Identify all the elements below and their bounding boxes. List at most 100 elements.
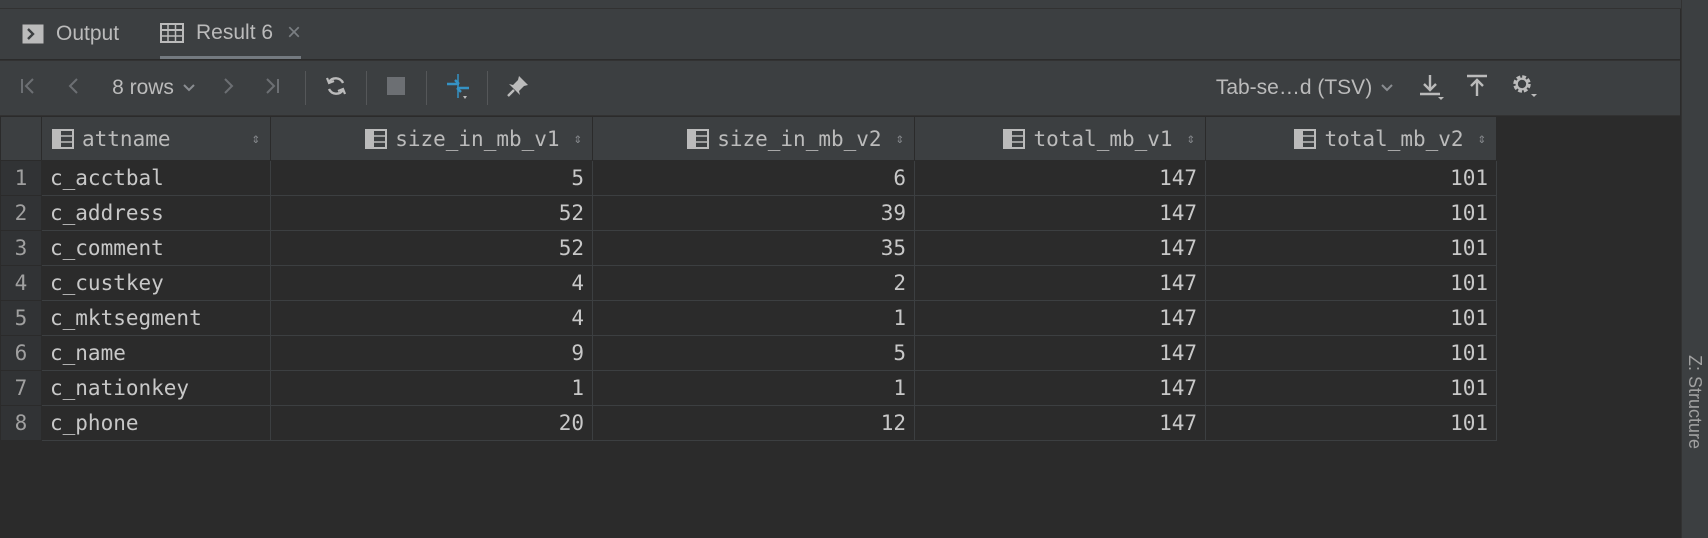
results-grid: attname ⇕ size_in_mb_v1 ⇕ size_in_mb_v2 … [0,116,1680,538]
next-page-button[interactable] [214,61,242,115]
cell-attname[interactable]: c_phone [41,405,271,441]
structure-tool-window-button[interactable]: Z: Structure [1684,355,1705,449]
cell-size-in-mb-v2[interactable]: 39 [592,195,915,231]
cell-size-in-mb-v2[interactable]: 1 [592,300,915,336]
column-icon [1294,128,1317,149]
cell-total-mb-v2[interactable]: 101 [1205,195,1497,231]
toolbar-separator [305,71,306,105]
cell-size-in-mb-v1[interactable]: 1 [270,370,593,406]
column-header-total-mb-v1[interactable]: total_mb_v1 ⇕ [914,116,1206,161]
cell-total-mb-v1[interactable]: 147 [914,370,1206,406]
table-row[interactable]: 8 c_phone 20 12 147 101 [0,405,1497,441]
upload-button[interactable] [1460,61,1494,115]
tab-result-label: Result 6 [196,20,274,44]
column-header-attname[interactable]: attname ⇕ [41,116,271,161]
cell-total-mb-v1[interactable]: 147 [914,265,1206,301]
table-row[interactable]: 5 c_mktsegment 4 1 147 101 [0,300,1497,336]
column-icon [687,128,710,149]
sort-icon[interactable]: ⇕ [1478,131,1486,147]
column-header-size-in-mb-v1[interactable]: size_in_mb_v1 ⇕ [270,116,593,161]
cell-size-in-mb-v1[interactable]: 52 [270,195,593,231]
gear-icon [1510,72,1538,105]
row-number: 1 [0,160,42,196]
cell-size-in-mb-v2[interactable]: 6 [592,160,915,196]
tab-output[interactable]: Output [22,9,119,59]
chevron-down-icon [182,83,196,93]
results-toolbar: 8 rows Tab-se…d (TSV) [0,60,1680,116]
cell-total-mb-v1[interactable]: 147 [914,160,1206,196]
cell-size-in-mb-v1[interactable]: 52 [270,230,593,266]
column-icon [1003,128,1026,149]
tab-output-label: Output [56,22,120,45]
cell-total-mb-v1[interactable]: 147 [914,300,1206,336]
previous-page-button[interactable] [60,61,88,115]
cell-total-mb-v1[interactable]: 147 [914,230,1206,266]
sort-icon[interactable]: ⇕ [252,131,260,147]
column-header-label: size_in_mb_v1 [395,126,560,151]
close-icon[interactable]: × [287,19,301,47]
cell-size-in-mb-v2[interactable]: 2 [592,265,915,301]
rows-count-label: 8 rows [112,76,174,99]
cell-attname[interactable]: c_name [41,335,271,371]
cell-size-in-mb-v1[interactable]: 4 [270,265,593,301]
sort-icon[interactable]: ⇕ [574,131,582,147]
cell-total-mb-v2[interactable]: 101 [1205,370,1497,406]
row-number: 2 [0,195,42,231]
column-header-total-mb-v2[interactable]: total_mb_v2 ⇕ [1205,116,1497,161]
toolbar-separator [487,71,488,105]
download-button[interactable] [1414,61,1448,115]
row-number: 6 [0,335,42,371]
pin-icon [505,73,531,104]
table-row[interactable]: 7 c_nationkey 1 1 147 101 [0,370,1497,406]
cell-total-mb-v1[interactable]: 147 [914,405,1206,441]
cell-total-mb-v1[interactable]: 147 [914,195,1206,231]
row-number: 5 [0,300,42,336]
cell-size-in-mb-v1[interactable]: 20 [270,405,593,441]
cell-size-in-mb-v2[interactable]: 35 [592,230,915,266]
cell-attname[interactable]: c_acctbal [41,160,271,196]
refresh-button[interactable] [320,61,352,115]
cell-total-mb-v2[interactable]: 101 [1205,335,1497,371]
cell-total-mb-v2[interactable]: 101 [1205,230,1497,266]
table-row[interactable]: 3 c_comment 52 35 147 101 [0,230,1497,266]
compare-button[interactable] [440,61,476,115]
pin-button[interactable] [502,61,534,115]
compare-arrows-icon [443,71,473,106]
cell-size-in-mb-v1[interactable]: 4 [270,300,593,336]
cell-attname[interactable]: c_comment [41,230,271,266]
table-row[interactable]: 2 c_address 52 39 147 101 [0,195,1497,231]
table-row[interactable]: 4 c_custkey 4 2 147 101 [0,265,1497,301]
row-number: 3 [0,230,42,266]
chevron-left-icon [64,76,84,101]
tab-bar: Output Result 6 × [0,9,1680,59]
table-row[interactable]: 6 c_name 9 5 147 101 [0,335,1497,371]
cell-size-in-mb-v1[interactable]: 5 [270,160,593,196]
cell-attname[interactable]: c_custkey [41,265,271,301]
tab-result-6[interactable]: Result 6 × [160,9,302,59]
first-page-button[interactable] [14,61,42,115]
cell-size-in-mb-v2[interactable]: 12 [592,405,915,441]
stop-button[interactable] [380,61,412,115]
column-header-size-in-mb-v2[interactable]: size_in_mb_v2 ⇕ [592,116,915,161]
chevron-right-icon [218,76,238,101]
table-row[interactable]: 1 c_acctbal 5 6 147 101 [0,160,1497,196]
sort-icon[interactable]: ⇕ [896,131,904,147]
cell-attname[interactable]: c_nationkey [41,370,271,406]
last-page-button[interactable] [258,61,286,115]
cell-total-mb-v2[interactable]: 101 [1205,300,1497,336]
cell-size-in-mb-v2[interactable]: 1 [592,370,915,406]
sort-icon[interactable]: ⇕ [1187,131,1195,147]
page-size-dropdown[interactable]: 8 rows [108,61,200,115]
cell-size-in-mb-v2[interactable]: 5 [592,335,915,371]
cell-size-in-mb-v1[interactable]: 9 [270,335,593,371]
cell-total-mb-v1[interactable]: 147 [914,335,1206,371]
cell-total-mb-v2[interactable]: 101 [1205,265,1497,301]
cell-attname[interactable]: c_mktsegment [41,300,271,336]
cell-total-mb-v2[interactable]: 101 [1205,405,1497,441]
cell-attname[interactable]: c_address [41,195,271,231]
export-format-dropdown[interactable]: Tab-se…d (TSV) [1214,61,1396,115]
console-icon [22,24,44,44]
settings-button[interactable] [1506,61,1542,115]
cell-total-mb-v2[interactable]: 101 [1205,160,1497,196]
column-header-label: size_in_mb_v2 [717,126,882,151]
